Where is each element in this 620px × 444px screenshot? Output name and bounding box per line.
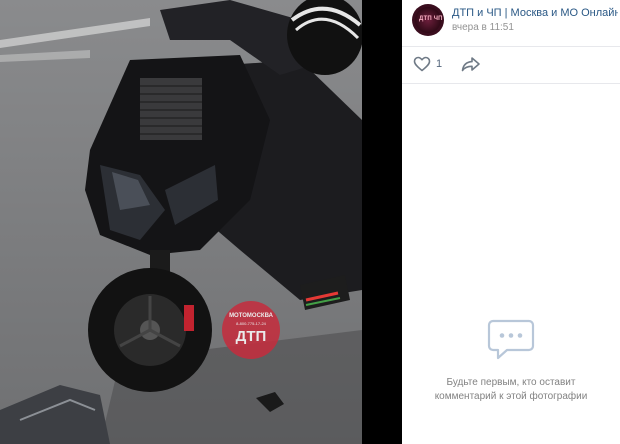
empty-comments-line-1: Будьте первым, кто оставит <box>446 377 576 388</box>
community-avatar[interactable]: ДТП ЧП <box>412 4 444 36</box>
photo-side-panel: ДТП ЧП ДТП и ЧП | Москва и МО Онлайн | .… <box>402 0 620 444</box>
watermark-brand-text: МОТОМОСКВА <box>229 313 273 319</box>
motorcycle-photo-image <box>0 0 362 444</box>
community-name-link[interactable]: ДТП и ЧП | Москва и МО Онлайн | ... <box>452 7 618 19</box>
post-actions: 1 <box>402 47 620 84</box>
empty-comments-line-2: комментарий к этой фотографии <box>434 391 588 402</box>
post-time-link[interactable]: вчера в 11:51 <box>452 22 514 33</box>
watermark-main-text: ДТП <box>235 328 267 345</box>
empty-comments-text: Будьте первым, кто оставит комментарий к… <box>402 376 620 404</box>
post-header: ДТП ЧП ДТП и ЧП | Москва и МО Онлайн | .… <box>402 0 620 47</box>
watermark-phone-text: 8-800-775-17-24 <box>236 321 266 326</box>
like-count: 1 <box>436 58 443 70</box>
watermark-logo: МОТОМОСКВА 8-800-775-17-24 ДТП <box>222 301 280 359</box>
comment-bubble-icon <box>487 319 535 360</box>
empty-comments-block: Будьте первым, кто оставит комментарий к… <box>402 318 620 404</box>
avatar-text: ДТП ЧП <box>419 16 443 22</box>
heart-icon[interactable] <box>413 56 431 72</box>
post-photo[interactable]: МОТОМОСКВА 8-800-775-17-24 ДТП <box>0 0 362 444</box>
viewer-background <box>362 0 402 444</box>
share-arrow-icon[interactable] <box>461 56 481 72</box>
